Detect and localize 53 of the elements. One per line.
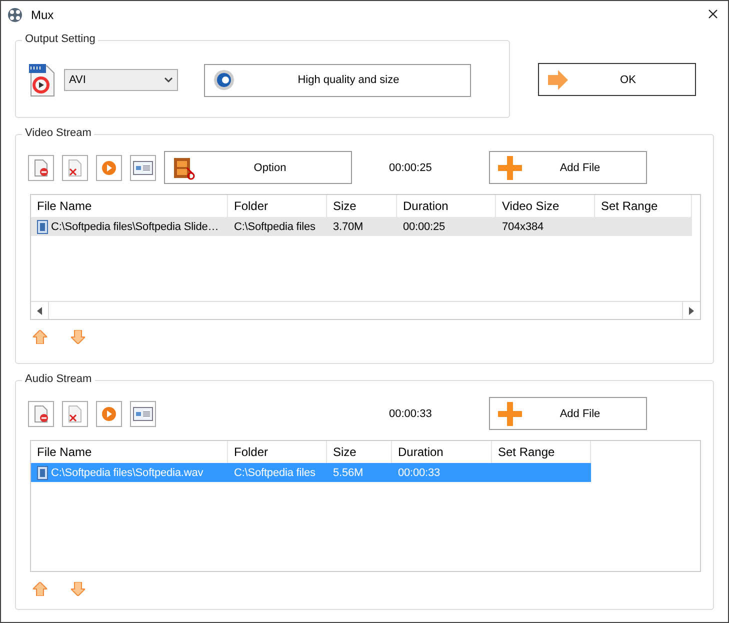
file-minus-icon <box>33 404 49 422</box>
scroll-left-icon <box>37 306 42 314</box>
option-button[interactable]: Option <box>164 151 352 184</box>
play-icon <box>101 160 117 176</box>
add-file-button[interactable]: Add File <box>489 397 647 430</box>
close-icon <box>708 9 718 19</box>
ok-button[interactable]: OK <box>538 63 696 96</box>
add-file-button[interactable] <box>28 400 54 426</box>
duration-label: 00:00:25 <box>389 162 433 174</box>
file-minus-icon <box>33 158 49 176</box>
plus-icon <box>498 402 522 426</box>
window-title: Mux <box>31 8 55 22</box>
table-cell: 00:00:33 <box>398 466 440 478</box>
play-icon <box>101 406 117 422</box>
arrow-right-icon <box>547 70 569 90</box>
arrow-down-icon <box>71 582 85 596</box>
table-cell: C:\Softpedia files\Softpedia.wav <box>51 466 204 478</box>
format-dropdown[interactable]: AVI <box>64 69 178 91</box>
file-cross-icon <box>67 404 83 422</box>
add-file-button[interactable] <box>28 154 54 180</box>
duration-label: 00:00:33 <box>389 408 433 420</box>
properties-button[interactable] <box>130 400 156 426</box>
properties-button[interactable] <box>130 154 156 180</box>
add-file-button[interactable]: Add File <box>489 151 647 184</box>
table-cell: C:\Softpedia files <box>234 466 316 478</box>
file-icon <box>37 466 48 480</box>
group-label: Video Stream <box>22 127 94 139</box>
chevron-down-icon <box>164 77 173 83</box>
quality-button[interactable]: High quality and size <box>204 64 471 96</box>
horizontal-scrollbar[interactable] <box>31 301 700 319</box>
scroll-right-icon <box>689 306 694 314</box>
window-list-icon <box>133 406 153 420</box>
arrow-up-icon <box>33 330 47 344</box>
film-reel-icon <box>7 7 23 23</box>
arrow-down-icon <box>71 330 85 344</box>
window-list-icon <box>133 160 153 174</box>
table-cell: 5.56M <box>333 466 364 478</box>
plus-icon <box>498 156 522 180</box>
table-cell: C:\Softpedia files\Softpedia Slide… <box>51 220 219 232</box>
group-label: Output Setting <box>22 33 98 45</box>
file-row[interactable]: C:\Softpedia files\Softpedia Slide… C:\Softpedia files 3.70M 00:00:25 704x384 <box>31 217 692 236</box>
file-icon <box>37 220 48 234</box>
play-button[interactable] <box>96 154 122 180</box>
file-cross-icon <box>67 158 83 176</box>
remove-file-button[interactable] <box>62 154 88 180</box>
table-cell: 704x384 <box>502 220 544 232</box>
remove-file-button[interactable] <box>62 400 88 426</box>
table-cell: 00:00:25 <box>403 220 446 232</box>
play-button[interactable] <box>96 400 122 426</box>
group-label: Audio Stream <box>22 373 95 385</box>
arrow-up-icon <box>33 582 47 596</box>
table-cell: 3.70M <box>333 220 364 232</box>
table-cell: C:\Softpedia files <box>234 220 316 232</box>
